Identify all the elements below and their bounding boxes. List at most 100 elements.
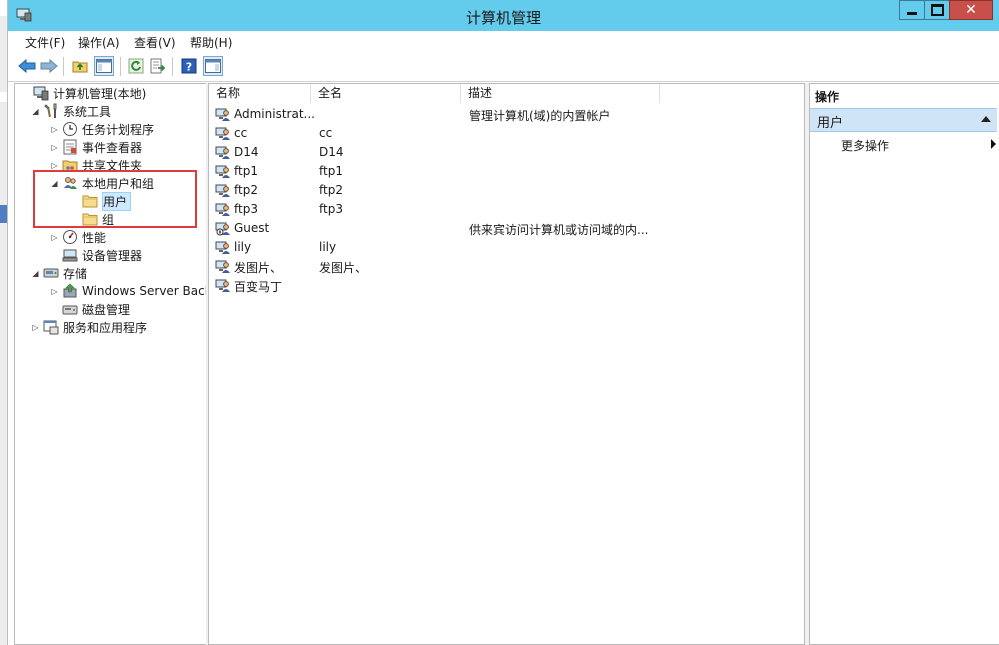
user-name-cell: ftp2 (234, 183, 258, 197)
result-list-pane[interactable]: 名称 全名 描述 Administrat... 管理计算机(域)的内置帐户 cc cc… (208, 83, 805, 645)
tree-node-9[interactable]: 设备管理器 (50, 246, 142, 264)
user-icon (215, 277, 231, 293)
services-applications-icon (43, 319, 59, 335)
list-row-user[interactable]: ftp2 ftp2 (213, 181, 803, 200)
tree-node-13[interactable]: ▷ 服务和应用程序 (31, 318, 147, 336)
column-header-fullname[interactable]: 全名 (311, 84, 461, 103)
tree-node-label: 存储 (63, 266, 88, 281)
user-fullname-cell: cc (319, 126, 333, 140)
forward-button[interactable] (39, 56, 59, 76)
action-pane-icon (205, 59, 221, 73)
user-icon (215, 258, 231, 274)
back-button[interactable] (17, 56, 37, 76)
actions-pane: 操作 用户 更多操作 (809, 83, 999, 645)
console-tree-pane[interactable]: 计算机管理(本地) ◢ 系统工具 ▷ 任务计划程序 ▷ 事件查看器 ▷ 共享文件夹 ◢ 本地用户和组… (14, 83, 212, 645)
list-row-user[interactable]: lily lily (213, 238, 803, 257)
submenu-arrow-icon (991, 139, 996, 149)
menu-view[interactable]: 查看(V) (134, 34, 176, 51)
tree-node-12[interactable]: 磁盘管理 (50, 300, 130, 318)
user-name-cell: 百变马丁 (234, 280, 283, 294)
export-list-button[interactable] (148, 56, 168, 76)
actions-group-users[interactable]: 用户 (810, 108, 997, 132)
tree-node-3[interactable]: ▷ 事件查看器 (50, 138, 142, 156)
device-manager-icon (62, 247, 78, 263)
svg-text:?: ? (186, 61, 192, 74)
list-row-user[interactable]: 百变马丁 (213, 276, 803, 295)
expand-arrow-icon[interactable]: ▷ (50, 143, 59, 152)
title-bar[interactable]: 计算机管理 ✕ (8, 0, 999, 31)
windows-server-backup-icon (62, 283, 78, 299)
list-row-user[interactable]: ftp3 ftp3 (213, 200, 803, 219)
user-name-cell: Administrat... (234, 107, 315, 121)
user-icon (215, 201, 231, 217)
expand-arrow-icon[interactable]: ▷ (50, 125, 59, 134)
list-row-user[interactable]: cc cc (213, 124, 803, 143)
user-icon (215, 144, 231, 160)
menu-bar: 文件(F) 操作(A) 查看(V) 帮助(H) (8, 31, 999, 52)
back-icon (18, 59, 36, 73)
close-button[interactable]: ✕ (949, 0, 993, 20)
guest-user-icon (215, 220, 231, 236)
maximize-button[interactable] (924, 0, 950, 20)
user-fullname-cell: lily (319, 240, 337, 254)
up-folder-button[interactable] (70, 56, 90, 76)
list-row-user[interactable]: Guest 供来宾访问计算机或访问域的内... (213, 219, 803, 238)
user-fullname-cell: ftp3 (319, 202, 343, 216)
help-button[interactable]: ? (179, 56, 199, 76)
expand-arrow-icon[interactable]: ▷ (31, 323, 40, 332)
tree-node-8[interactable]: ▷ 性能 (50, 228, 106, 246)
user-name-cell: lily (234, 240, 252, 254)
column-header-description[interactable]: 描述 (461, 84, 660, 103)
tree-node-label: 性能 (82, 230, 107, 245)
tree-node-1[interactable]: ◢ 系统工具 (31, 102, 111, 120)
tree-node-label: 磁盘管理 (82, 302, 131, 317)
column-header-name[interactable]: 名称 (209, 84, 311, 103)
expand-arrow-icon[interactable]: ▷ (50, 287, 59, 296)
user-fullname-cell: ftp1 (319, 164, 343, 178)
storage-icon (43, 265, 59, 281)
tree-node-11[interactable]: ▷ Windows Server Back (50, 282, 212, 300)
collapse-arrow-icon[interactable]: ◢ (31, 269, 40, 278)
tree-node-2[interactable]: ▷ 任务计划程序 (50, 120, 154, 138)
forward-icon (40, 59, 58, 73)
expand-arrow-icon[interactable]: ▷ (50, 233, 59, 242)
user-name-cell: cc (234, 126, 248, 140)
tree-node-label: 服务和应用程序 (63, 320, 148, 335)
user-description-cell: 供来宾访问计算机或访问域的内... (469, 223, 649, 237)
tree-node-label: 系统工具 (63, 104, 112, 119)
show-hide-tree-button[interactable] (94, 56, 114, 76)
menu-help[interactable]: 帮助(H) (190, 34, 232, 51)
user-icon (215, 239, 231, 255)
tree-node-label: 事件查看器 (82, 140, 143, 155)
user-name-cell: D14 (234, 145, 259, 159)
tree-node-10[interactable]: ◢ 存储 (31, 264, 87, 282)
more-actions-item[interactable]: 更多操作 (841, 137, 889, 154)
tree-node-0[interactable]: 计算机管理(本地) (21, 84, 146, 102)
tree-node-label: Windows Server Back (82, 284, 212, 298)
user-icon (215, 125, 231, 141)
list-row-user[interactable]: Administrat... 管理计算机(域)的内置帐户 (213, 105, 803, 124)
user-name-cell: ftp1 (234, 164, 258, 178)
expand-arrow-icon[interactable]: ▷ (50, 161, 59, 170)
list-row-user[interactable]: 发图片、 发图片、 (213, 257, 803, 276)
minimize-button[interactable] (899, 0, 925, 20)
user-name-cell: ftp3 (234, 202, 258, 216)
close-icon: ✕ (965, 2, 977, 18)
export-list-icon (150, 58, 166, 74)
actions-group-label: 用户 (817, 116, 844, 131)
user-icon (215, 182, 231, 198)
computer-management-window: 计算机管理 ✕ 文件(F) 操作(A) 查看(V) 帮助(H) ? 计算机管理(… (7, 0, 999, 645)
collapse-arrow-icon[interactable]: ◢ (31, 107, 40, 116)
refresh-button[interactable] (126, 56, 146, 76)
tree-node-label: 任务计划程序 (82, 122, 155, 137)
collapse-caret-icon[interactable] (981, 116, 991, 122)
list-row-user[interactable]: ftp1 ftp1 (213, 162, 803, 181)
menu-file[interactable]: 文件(F) (25, 34, 65, 51)
menu-action[interactable]: 操作(A) (78, 34, 120, 51)
user-name-cell: 发图片、 (234, 261, 283, 275)
tree-node-label: 计算机管理(本地) (53, 86, 147, 101)
list-row-user[interactable]: D14 D14 (213, 143, 803, 162)
user-fullname-cell: D14 (319, 145, 344, 159)
computer-management-icon (33, 85, 49, 101)
action-pane-button[interactable] (203, 56, 223, 76)
